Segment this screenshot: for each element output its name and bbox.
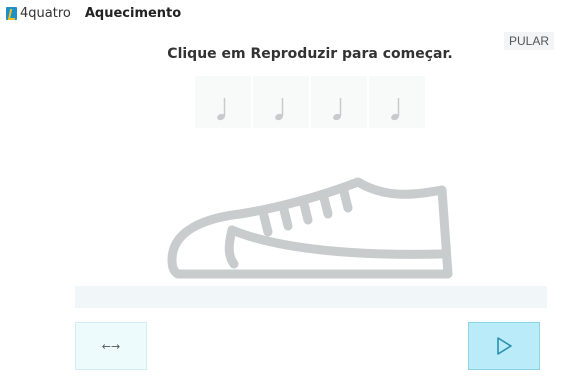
quarter-note-icon	[275, 98, 284, 121]
note-slot	[369, 76, 425, 128]
play-icon	[497, 337, 512, 355]
note-sequence	[195, 76, 425, 128]
brand-name: 4quatro	[20, 5, 71, 21]
sneaker-illustration-icon	[167, 177, 453, 279]
lesson-title: Aquecimento	[84, 5, 182, 21]
note-slot	[253, 76, 309, 128]
top-bar: 4quatro Aquecimento	[6, 4, 181, 22]
logo-icon	[6, 6, 17, 20]
note-slot	[311, 76, 367, 128]
quarter-note-icon	[391, 98, 400, 121]
note-slot	[195, 76, 251, 128]
floor-strip	[75, 286, 547, 308]
instruction-text: Clique em Reproduzir para começar.	[167, 46, 453, 62]
swap-button[interactable]: ←→	[75, 322, 147, 370]
quarter-note-icon	[217, 98, 226, 121]
swap-arrows-icon: ←→	[101, 339, 121, 353]
play-button[interactable]	[468, 322, 540, 370]
quarter-note-icon	[333, 98, 342, 121]
